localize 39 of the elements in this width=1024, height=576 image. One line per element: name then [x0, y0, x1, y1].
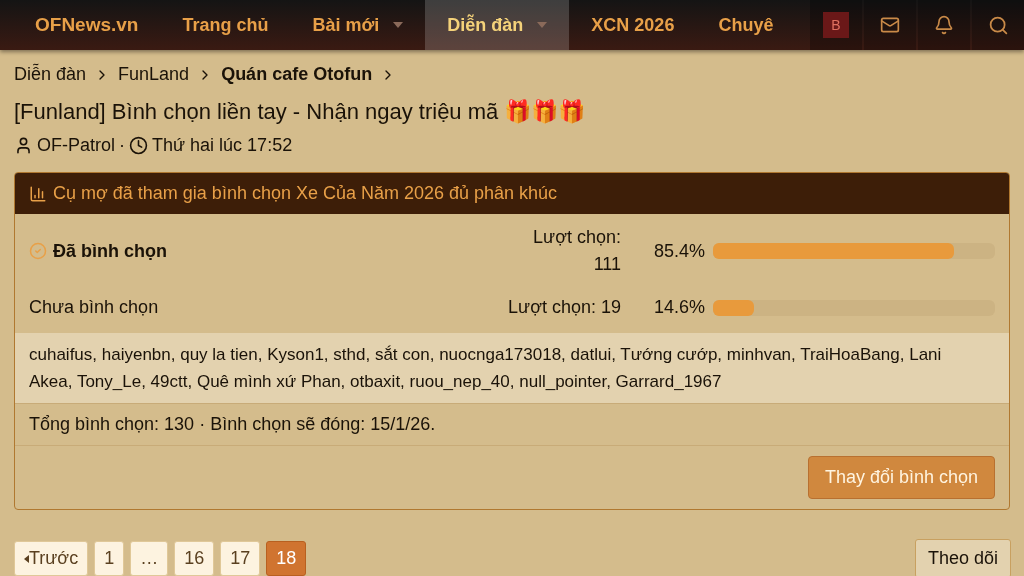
author-link[interactable]: OF-Patrol: [37, 135, 115, 156]
nav-tab[interactable]: Trang chủ: [160, 0, 291, 50]
thread-title: [Funland] Bình chọn liền tay - Nhận ngay triệu mã 🎁🎁🎁: [14, 99, 587, 125]
separator-dot: ·: [119, 135, 125, 156]
nav-tab[interactable]: Chuyê: [696, 0, 796, 50]
caret-icon: [24, 554, 29, 563]
poll-title: Cụ mợ đã tham gia bình chọn Xe Của Năm 2026 đủ phân khúc: [53, 183, 558, 204]
vote-count: Lượt chọn: 111: [532, 226, 621, 276]
poll-summary: Tổng bình chọn: 130 · Bình chọn sẽ đóng: 15/1/26.: [15, 404, 1009, 447]
caret-icon: [393, 22, 404, 28]
breadcrumb-link[interactable]: Diễn đàn: [14, 64, 87, 85]
breadcrumb-link[interactable]: FunLand: [118, 64, 190, 85]
user-icon: [14, 136, 33, 155]
post-time: Thứ hai lúc 17:52: [152, 135, 293, 156]
clock-icon: [129, 136, 148, 155]
option-label: Chưa bình chọn: [29, 297, 159, 318]
breadcrumb-link[interactable]: Quán cafe Otofun: [221, 64, 373, 85]
nav-tab[interactable]: Bài mới: [290, 0, 426, 50]
option-label: Đã bình chọn: [53, 240, 167, 262]
page-button[interactable]: 17: [220, 541, 261, 576]
check-circle-icon: [29, 242, 47, 260]
previous-page-button[interactable]: Trước: [14, 541, 89, 576]
page-button[interactable]: 16: [174, 541, 215, 576]
bell-icon[interactable]: [934, 15, 954, 35]
user-avatar[interactable]: B: [823, 12, 849, 38]
nav-tab[interactable]: Diễn đàn: [425, 0, 570, 50]
caret-icon: [537, 22, 548, 28]
vote-percent: 85.4%: [652, 240, 706, 262]
mail-icon[interactable]: [880, 15, 900, 35]
vote-percent: 14.6%: [652, 297, 706, 318]
vote-count: Lượt chọn: 19: [507, 296, 621, 319]
page-button[interactable]: 1: [94, 541, 125, 576]
page-button[interactable]: …: [130, 541, 169, 576]
voter-list: cuhaifus, haiyenbn, quy la tien, Kyson1, sthd, sắt con, nuocnga173018, datlui, Tướng cướp, minhvan, TraiHoaBang, Lani Akea, Tony_Le, 49ctt, Quê mình xứ Phan, otbaxit, ruou_nep_40, null_pointer, Garrard_1967: [15, 333, 1009, 405]
search-icon[interactable]: [987, 14, 1009, 36]
site-logo[interactable]: OFNews.vn: [0, 0, 161, 50]
nav-tab[interactable]: XCN 2026: [569, 0, 697, 50]
bar-chart-icon: [29, 184, 47, 203]
watch-button[interactable]: Theo dõi: [914, 539, 1011, 576]
